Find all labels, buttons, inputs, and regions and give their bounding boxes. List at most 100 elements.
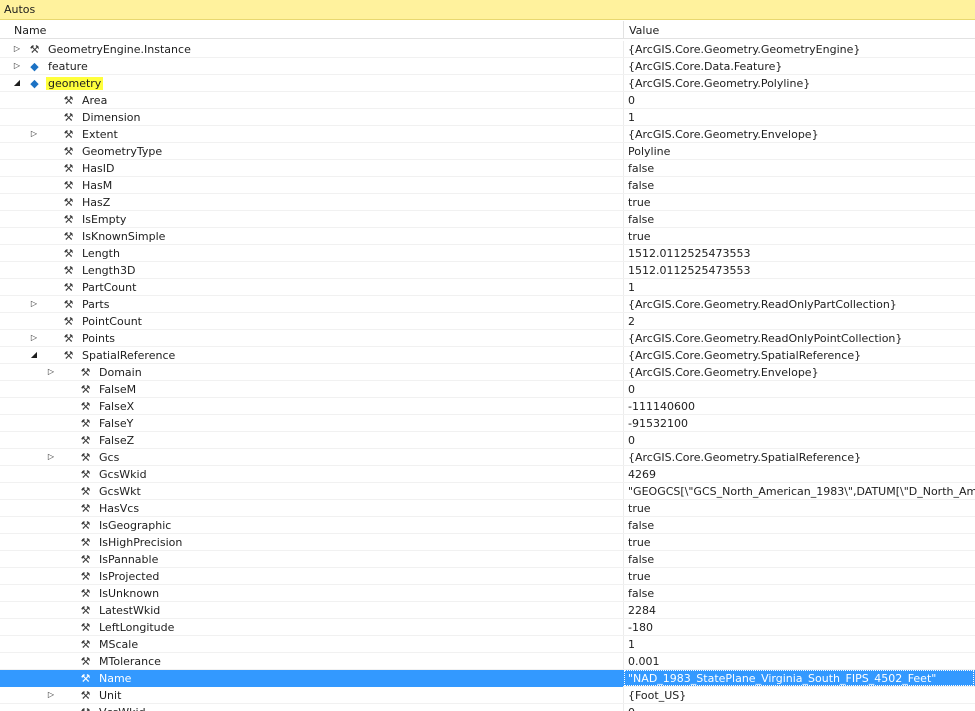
- variable-value[interactable]: false: [628, 213, 654, 226]
- variable-value[interactable]: 1512.0112525473553: [628, 264, 750, 277]
- variable-value[interactable]: false: [628, 587, 654, 600]
- name-cell[interactable]: ⚒ HasVcs: [0, 500, 623, 517]
- variable-value[interactable]: true: [628, 502, 651, 515]
- name-cell[interactable]: ⚒ Length3D: [0, 262, 623, 279]
- name-cell[interactable]: ▷ ⚒ Extent: [0, 126, 623, 143]
- expanded-arrow-icon[interactable]: ◢: [12, 77, 22, 89]
- variable-value[interactable]: 4269: [628, 468, 656, 481]
- variable-value[interactable]: false: [628, 162, 654, 175]
- variable-value[interactable]: {ArcGIS.Core.Geometry.ReadOnlyPartCollec…: [628, 298, 897, 311]
- variable-value[interactable]: 1512.0112525473553: [628, 247, 750, 260]
- name-cell[interactable]: ▷ ⚒ GeometryEngine.Instance: [0, 41, 623, 58]
- variable-value[interactable]: {ArcGIS.Core.Geometry.Polyline}: [628, 77, 810, 90]
- tree-row[interactable]: ⚒ GeometryType Polyline: [0, 143, 975, 160]
- tree-row[interactable]: ⚒ Length 1512.0112525473553: [0, 245, 975, 262]
- tree-row[interactable]: ⚒ FalseM 0: [0, 381, 975, 398]
- variable-value[interactable]: 1: [628, 281, 635, 294]
- tree-row[interactable]: ▷ ⚒ Gcs {ArcGIS.Core.Geometry.SpatialRefere…: [0, 449, 975, 466]
- variable-value[interactable]: {ArcGIS.Core.Geometry.GeometryEngine}: [628, 43, 860, 56]
- collapsed-arrow-icon[interactable]: ▷: [46, 689, 56, 701]
- name-cell[interactable]: ⚒ IsKnownSimple: [0, 228, 623, 245]
- name-cell[interactable]: ⚒ MScale: [0, 636, 623, 653]
- collapsed-arrow-icon[interactable]: ▷: [29, 128, 39, 140]
- tree-row[interactable]: ⚒ Length3D 1512.0112525473553: [0, 262, 975, 279]
- variable-value[interactable]: 0.001: [628, 655, 660, 668]
- tree-row[interactable]: ⚒ IsEmpty false: [0, 211, 975, 228]
- tree-row[interactable]: ⚒ HasZ true: [0, 194, 975, 211]
- tree-row[interactable]: ⚒ Dimension 1: [0, 109, 975, 126]
- name-cell[interactable]: ▷ ◆ feature: [0, 58, 623, 75]
- tree-row[interactable]: ▷ ⚒ Parts {ArcGIS.Core.Geometry.ReadOnlyPar…: [0, 296, 975, 313]
- name-cell[interactable]: ⚒ HasM: [0, 177, 623, 194]
- tree-row[interactable]: ⚒ IsKnownSimple true: [0, 228, 975, 245]
- variable-value[interactable]: 2: [628, 315, 635, 328]
- name-cell[interactable]: ⚒ FalseY: [0, 415, 623, 432]
- variable-value[interactable]: Polyline: [628, 145, 670, 158]
- collapsed-arrow-icon[interactable]: ▷: [12, 43, 22, 55]
- variable-value[interactable]: true: [628, 196, 651, 209]
- name-cell[interactable]: ⚒ Name: [0, 670, 623, 687]
- variable-value[interactable]: true: [628, 536, 651, 549]
- name-cell[interactable]: ⚒ FalseM: [0, 381, 623, 398]
- variable-value[interactable]: 0: [628, 383, 635, 396]
- tree-row[interactable]: ◢ ⚒ SpatialReference {ArcGIS.Core.Geometry.…: [0, 347, 975, 364]
- name-cell[interactable]: ⚒ GcsWkid: [0, 466, 623, 483]
- variable-value[interactable]: 0: [628, 434, 635, 447]
- tree-row[interactable]: ⚒ PartCount 1: [0, 279, 975, 296]
- variable-value[interactable]: -180: [628, 621, 653, 634]
- variable-value[interactable]: false: [628, 553, 654, 566]
- name-cell[interactable]: ⚒ IsPannable: [0, 551, 623, 568]
- variable-value[interactable]: {ArcGIS.Core.Geometry.Envelope}: [628, 366, 819, 379]
- variable-value[interactable]: false: [628, 519, 654, 532]
- name-cell[interactable]: ▷ ⚒ Parts: [0, 296, 623, 313]
- tree-row[interactable]: ⚒ GcsWkid 4269: [0, 466, 975, 483]
- tree-row[interactable]: ⚒ IsGeographic false: [0, 517, 975, 534]
- tree-row[interactable]: ▷ ◆ feature {ArcGIS.Core.Data.Feature}: [0, 58, 975, 75]
- name-cell[interactable]: ⚒ IsProjected: [0, 568, 623, 585]
- name-cell[interactable]: ⚒ Area: [0, 92, 623, 109]
- name-cell[interactable]: ▷ ⚒ Unit: [0, 687, 623, 704]
- tree-row[interactable]: ⚒ HasVcs true: [0, 500, 975, 517]
- variable-value[interactable]: {ArcGIS.Core.Geometry.SpatialReference}: [628, 349, 861, 362]
- tree-row[interactable]: ⚒ VcsWkid 0: [0, 704, 975, 711]
- name-cell[interactable]: ⚒ HasID: [0, 160, 623, 177]
- column-header-value[interactable]: Value: [629, 24, 659, 37]
- collapsed-arrow-icon[interactable]: ▷: [12, 60, 22, 72]
- tree-row[interactable]: ⚒ GcsWkt "GEOGCS[\"GCS_North_American_1983…: [0, 483, 975, 500]
- variable-value[interactable]: "GEOGCS[\"GCS_North_American_1983\",DATU…: [628, 485, 975, 498]
- tree-row[interactable]: ⚒ IsHighPrecision true: [0, 534, 975, 551]
- tree-row[interactable]: ⚒ HasID false: [0, 160, 975, 177]
- tree-row[interactable]: ⚒ Area 0: [0, 92, 975, 109]
- tree-row[interactable]: ▷ ⚒ Unit {Foot_US}: [0, 687, 975, 704]
- name-cell[interactable]: ⚒ GeometryType: [0, 143, 623, 160]
- variable-value[interactable]: 1: [628, 111, 635, 124]
- name-cell[interactable]: ◢ ⚒ SpatialReference: [0, 347, 623, 364]
- column-header[interactable]: Name Value: [0, 21, 975, 39]
- name-cell[interactable]: ⚒ MTolerance: [0, 653, 623, 670]
- collapsed-arrow-icon[interactable]: ▷: [29, 332, 39, 344]
- collapsed-arrow-icon[interactable]: ▷: [46, 366, 56, 378]
- tree-row[interactable]: ⚒ IsUnknown false: [0, 585, 975, 602]
- variable-value[interactable]: -111140600: [628, 400, 695, 413]
- name-cell[interactable]: ⚒ FalseX: [0, 398, 623, 415]
- name-cell[interactable]: ⚒ HasZ: [0, 194, 623, 211]
- column-header-name[interactable]: Name: [14, 24, 46, 37]
- tree-row[interactable]: ⚒ FalseY -91532100: [0, 415, 975, 432]
- name-cell[interactable]: ⚒ VcsWkid: [0, 704, 623, 711]
- tree-row[interactable]: ⚒ FalseX -111140600: [0, 398, 975, 415]
- autos-grid[interactable]: ▷ ⚒ GeometryEngine.Instance {ArcGIS.Core.Ge…: [0, 41, 975, 711]
- variable-value[interactable]: true: [628, 230, 651, 243]
- tree-row[interactable]: ⚒ MTolerance 0.001: [0, 653, 975, 670]
- tree-row[interactable]: ⚒ FalseZ 0: [0, 432, 975, 449]
- variable-value[interactable]: 0: [628, 94, 635, 107]
- name-cell[interactable]: ▷ ⚒ Gcs: [0, 449, 623, 466]
- variable-value[interactable]: -91532100: [628, 417, 688, 430]
- variable-value[interactable]: {ArcGIS.Core.Geometry.Envelope}: [628, 128, 819, 141]
- name-cell[interactable]: ⚒ GcsWkt: [0, 483, 623, 500]
- collapsed-arrow-icon[interactable]: ▷: [46, 451, 56, 463]
- variable-value[interactable]: {ArcGIS.Core.Geometry.SpatialReference}: [628, 451, 861, 464]
- name-cell[interactable]: ⚒ IsHighPrecision: [0, 534, 623, 551]
- name-cell[interactable]: ▷ ⚒ Domain: [0, 364, 623, 381]
- name-cell[interactable]: ⚒ PointCount: [0, 313, 623, 330]
- name-cell[interactable]: ⚒ PartCount: [0, 279, 623, 296]
